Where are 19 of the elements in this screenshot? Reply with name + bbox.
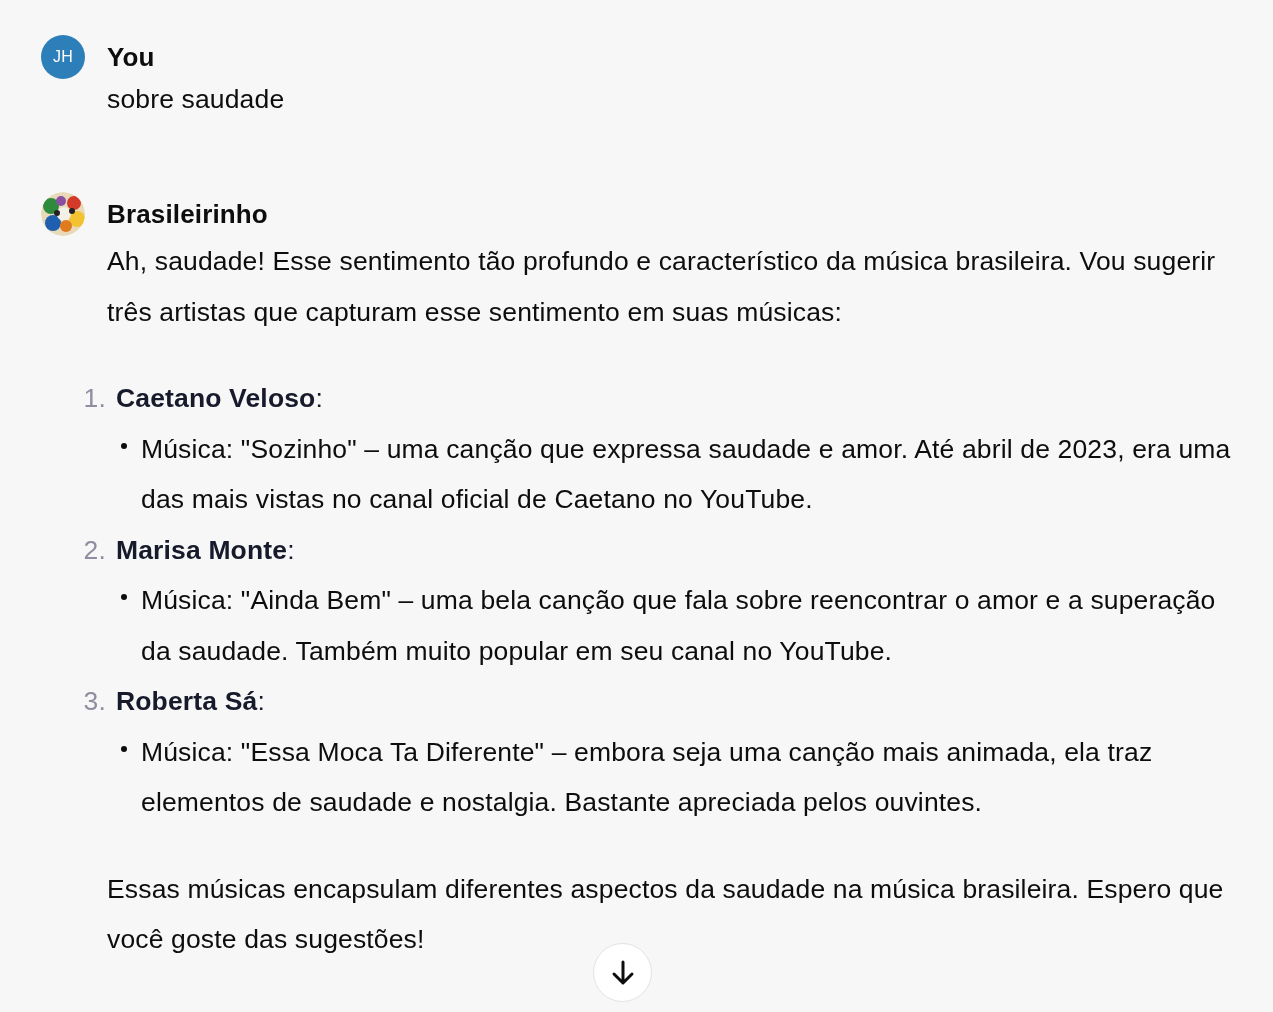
list-text: Música: "Ainda Bem" – uma bela canção que fala sobre reencontrar o amor e a superação da saudade. Também muito popular em seu canal no YouTube.	[141, 584, 1217, 668]
author-name: You	[107, 41, 156, 74]
message-text: sobre saudade	[107, 83, 286, 116]
artist-title: Roberta Sá:	[116, 685, 265, 718]
list-number: 3.	[82, 685, 106, 718]
list-number: 1.	[82, 382, 106, 415]
arrow-down-icon	[610, 959, 635, 986]
artist-title: Caetano Veloso:	[116, 382, 323, 415]
message-text: Essas músicas encapsulam diferentes aspectos da saudade na música brasileira. Espero que você goste das sugestões!	[107, 872, 1225, 956]
artist-title: Marisa Monte:	[116, 533, 295, 567]
list-number: 2.	[82, 533, 106, 567]
avatar: JH	[41, 35, 85, 79]
message-text: Ah, saudade! Esse sentimento tão profundo e característico da música brasileira. Vou sugerir três artistas que capturam esse sentimento em suas músicas:	[107, 245, 1217, 329]
list-text: Música: "Sozinho" – uma canção que expressa saudade e amor. Até abril de 2023, era uma das mais vistas no canal oficial de Caetano no YouTube.	[141, 432, 1232, 516]
bullet-icon	[121, 594, 127, 600]
list-text: Música: "Essa Moca Ta Diferente" – embora seja uma canção mais animada, ela traz elementos de saudade e nostalgia. Bastante apreciada pelos ouvintes.	[141, 735, 1154, 819]
bullet-icon	[121, 442, 127, 449]
bullet-icon	[121, 745, 127, 752]
author-name: Brasileirinho	[107, 198, 269, 231]
